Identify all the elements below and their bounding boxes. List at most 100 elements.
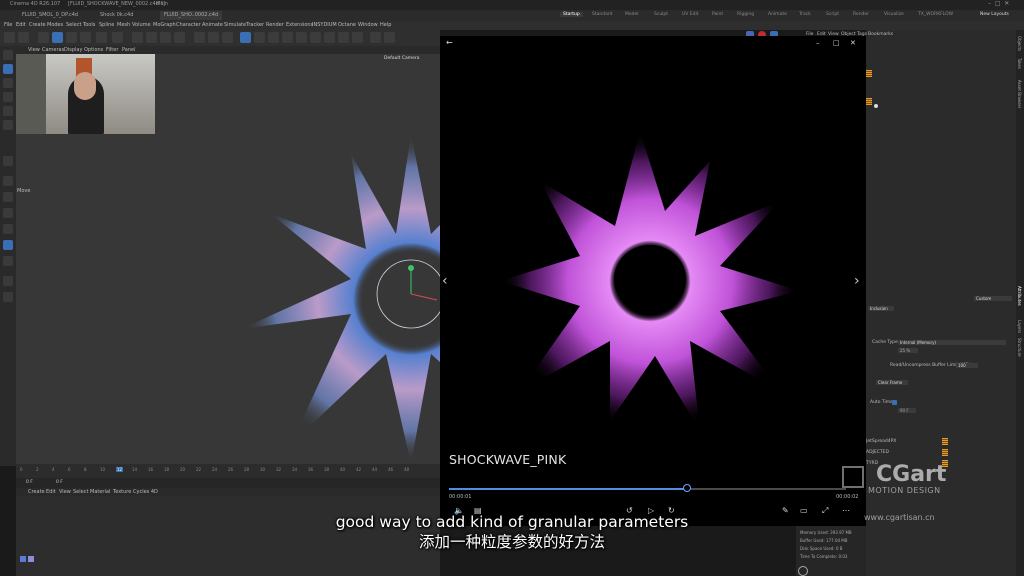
scene-icon[interactable] (324, 32, 335, 43)
menu-mograph[interactable]: MoGraph (153, 22, 176, 28)
axis-icon[interactable] (3, 276, 13, 286)
inclusion-tab[interactable]: Inclusion (868, 306, 894, 311)
menu-file[interactable]: File (4, 22, 12, 28)
next-arrow-icon[interactable]: › (854, 274, 860, 288)
deformer-icon[interactable] (296, 32, 307, 43)
cube-icon[interactable] (240, 32, 251, 43)
vp-menu-cameras[interactable]: Cameras (42, 47, 64, 53)
doc-tab[interactable]: Shock 0k.c4d (96, 11, 137, 20)
auto-time-checkbox[interactable] (892, 400, 897, 405)
layout-tab[interactable]: Paint (712, 12, 723, 17)
menu-character[interactable]: Character (176, 22, 201, 28)
camera-icon[interactable] (338, 32, 349, 43)
transform-icon[interactable] (96, 32, 107, 43)
window-controls[interactable]: – □ ✕ (988, 0, 1009, 7)
buffer-limit-field[interactable]: 100 (956, 363, 978, 368)
workplane-icon[interactable] (3, 256, 13, 266)
axis-x-icon[interactable] (132, 32, 143, 43)
menu-create[interactable]: Create (29, 22, 46, 28)
minimize-icon[interactable]: – (816, 38, 820, 48)
mat-menu-create[interactable]: Create (28, 489, 45, 495)
render-view-icon[interactable] (194, 32, 205, 43)
material-swatch-icon[interactable] (20, 556, 26, 562)
tag-icon[interactable] (942, 449, 948, 456)
mat-menu-texture[interactable]: Texture (113, 489, 131, 495)
tag-icon[interactable] (942, 438, 948, 445)
render-icon[interactable] (208, 32, 219, 43)
subdivision-icon[interactable] (268, 32, 279, 43)
redo-icon[interactable] (18, 32, 29, 43)
attributes-mode-dropdown[interactable]: Custom (974, 296, 1012, 301)
mat-menu-view[interactable]: View (59, 489, 71, 495)
cloner-icon[interactable] (282, 32, 293, 43)
layout-tab[interactable]: Visualize (884, 12, 904, 17)
menu-render[interactable]: Render (266, 22, 284, 28)
mat-menu-material[interactable]: Material (90, 489, 110, 495)
layout-tab[interactable]: Model (625, 12, 639, 17)
menu-tools[interactable]: Tools (83, 22, 95, 28)
dot-icon[interactable] (874, 104, 878, 108)
menu-modes[interactable]: Modes (47, 22, 63, 28)
grid-icon[interactable] (384, 32, 395, 43)
mat-menu-edit[interactable]: Edit (46, 489, 56, 495)
coord-icon[interactable] (112, 32, 123, 43)
timeline-playhead[interactable]: 12 (116, 467, 124, 472)
refresh-icon[interactable] (798, 566, 808, 576)
side-tab-attributes[interactable]: Attributes (1017, 286, 1022, 306)
menu-octane[interactable]: Octane (338, 22, 356, 28)
new-layouts-button[interactable]: New Layouts (980, 12, 1009, 17)
list-item[interactable]: ADJECTED (866, 450, 889, 455)
side-tab-takes[interactable]: Takes (1017, 58, 1022, 69)
rotate-icon[interactable] (66, 32, 77, 43)
video-player-window[interactable]: ← – □ ✕ ‹ › SHOCKWAVE_PINK 00:00:01 00:0… (440, 36, 866, 526)
side-tab-structure[interactable]: Structure (1017, 338, 1022, 357)
tag-icon[interactable] (866, 70, 872, 77)
render-settings-icon[interactable] (222, 32, 233, 43)
menu-spline[interactable]: Spline (99, 22, 114, 28)
maximize-icon[interactable]: □ (833, 38, 840, 48)
time-field[interactable]: 90 F (898, 408, 916, 413)
doc-tab-active[interactable]: FLUID_SHO..0002.c4d (160, 11, 223, 20)
uv-mode-icon[interactable] (3, 78, 13, 88)
vp-menu-view[interactable]: View (28, 47, 40, 53)
timeline[interactable]: 0 2 4 6 8 10 12 14 16 18 20 22 24 26 28 … (16, 464, 440, 478)
mat-menu-select[interactable]: Select (73, 489, 88, 495)
layout-tab[interactable]: Animate (768, 12, 787, 17)
layout-tab[interactable]: Standard (592, 12, 612, 17)
snap-icon[interactable] (370, 32, 381, 43)
menu-edit[interactable]: Edit (16, 22, 26, 28)
menu-select[interactable]: Select (66, 22, 81, 28)
snap-toggle-icon[interactable] (3, 240, 13, 250)
model-mode-icon[interactable] (3, 50, 13, 60)
layout-tab[interactable]: Rigging (737, 12, 754, 17)
tag-icon[interactable] (866, 98, 872, 105)
layout-tab-startup[interactable]: Startup (560, 12, 583, 17)
point-mode-icon[interactable] (3, 92, 13, 102)
vp-menu-panel[interactable]: Panel (122, 47, 136, 53)
material-swatch-icon[interactable] (28, 556, 34, 562)
close-icon[interactable]: ✕ (850, 38, 856, 48)
layout-tab[interactable]: Render (853, 12, 869, 17)
move-icon[interactable] (52, 32, 63, 43)
menu-simulate[interactable]: Simulate (224, 22, 246, 28)
menu-extensions[interactable]: Extensions (286, 22, 313, 28)
om-menu-bookmarks[interactable]: Bookmarks (868, 32, 893, 37)
magnet-icon[interactable] (3, 208, 13, 218)
menu-help[interactable]: Help (380, 22, 391, 28)
world-icon[interactable] (174, 32, 185, 43)
layout-tab[interactable]: Track (799, 12, 811, 17)
percent-field[interactable]: 25 % (898, 348, 918, 353)
polygon-mode-icon[interactable] (3, 120, 13, 130)
seek-bar-thumb[interactable] (683, 484, 692, 492)
axis-z-icon[interactable] (160, 32, 171, 43)
light-tool-icon[interactable] (3, 192, 13, 202)
lock-icon[interactable] (3, 292, 13, 302)
light-icon[interactable] (352, 32, 363, 43)
mat-menu-cycles4d[interactable]: Cycles 4D (133, 489, 158, 495)
menu-animate[interactable]: Animate (202, 22, 223, 28)
frame-current-field[interactable]: 0 F (56, 480, 63, 485)
axis-y-icon[interactable] (146, 32, 157, 43)
grid-snap-icon[interactable] (3, 224, 13, 234)
menu-volume[interactable]: Volume (132, 22, 151, 28)
undo-icon[interactable] (4, 32, 15, 43)
